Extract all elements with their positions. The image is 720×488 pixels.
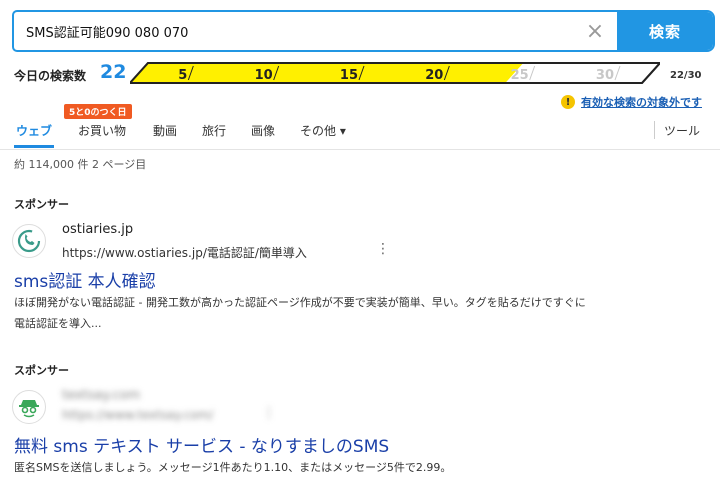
sponsor-label: スポンサー [14,364,69,377]
search-input[interactable] [14,12,573,50]
result-stats: 約 114,000 件 2 ページ目 [14,158,147,171]
tools-button[interactable]: ツール [664,122,700,139]
ad-site-name[interactable]: textsay.com [62,388,140,403]
ad-site-name[interactable]: ostiaries.jp [62,222,133,237]
tab-divider [654,121,655,139]
progress-mark: 15 [340,68,358,83]
promo-badge: 5と0のつく日 [64,104,132,119]
search-count-value: 22 [100,61,127,83]
ad-description: ほぼ開発がない電話認証 - 開発工数が高かった認証ページ作成が不要で実装が簡単、… [14,296,586,330]
tab-images[interactable]: 画像 [251,122,275,139]
ad-description: 匿名SMSを送信しましょう。メッセージ1件あたり1.10、またはメッセージ5件で… [14,461,452,474]
progress-mark: 20 [425,68,443,83]
tab-shopping[interactable]: お買い物 [78,122,126,139]
clear-icon[interactable]: × [573,12,617,50]
more-options-icon[interactable]: ⋮ [376,241,390,257]
progress-mark: 10 [255,68,273,83]
search-count-progress-bar: 5 10 15 20 25 30 [130,62,660,84]
search-button[interactable]: 検索 [617,12,713,50]
ad-url[interactable]: https://www.ostiaries.jp/電話認証/簡単導入 [62,244,307,261]
tab-travel[interactable]: 旅行 [202,122,226,139]
ad-title-link[interactable]: sms認証 本人確認 [14,267,156,292]
search-count-total: 22/30 [670,70,702,81]
warning-icon: ! [561,95,575,109]
tab-video[interactable]: 動画 [153,122,177,139]
progress-mark: 5 [178,68,187,83]
sponsor-label: スポンサー [14,198,69,211]
ad-title-link[interactable]: 無料 sms テキスト サービス - なりすましのSMS [14,432,389,457]
notice-link[interactable]: 有効な検索の対象外です [581,94,702,110]
progress-mark: 25 [511,68,529,83]
phone-icon [12,224,46,258]
tab-more[interactable]: その他 ▾ [300,122,346,139]
search-tabs: ウェブ 5と0のつく日 お買い物 動画 旅行 画像 その他 ▾ ツール [0,104,720,150]
tab-web[interactable]: ウェブ [16,122,52,139]
more-options-icon[interactable]: ⋮ [262,405,276,421]
notice: ! 有効な検索の対象外です [561,94,702,110]
spy-icon [12,390,46,424]
progress-mark: 30 [596,68,614,83]
ad-url[interactable]: https://www.textsay.com/ [62,408,213,422]
active-tab-indicator [14,145,54,148]
search-count-label: 今日の検索数 [14,69,87,83]
search-box: × 検索 [12,10,715,52]
